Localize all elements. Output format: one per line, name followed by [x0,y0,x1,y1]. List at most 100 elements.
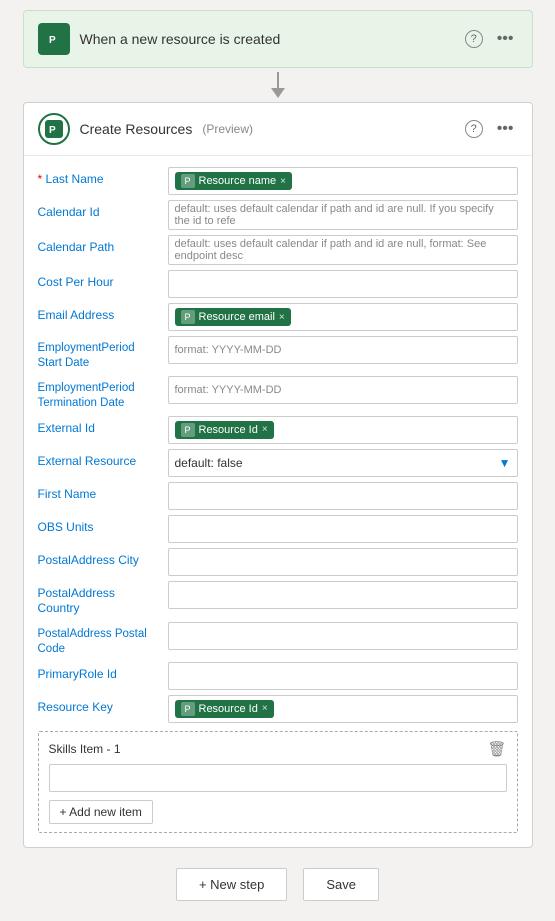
input-cost-per-hour[interactable] [168,270,518,298]
svg-text:P: P [49,125,56,136]
token-resource-email: P Resource email × [175,308,291,326]
label-external-id: External Id [38,416,168,437]
save-button[interactable]: Save [303,868,379,901]
input-primary-role[interactable] [168,662,518,690]
field-row-obs-units: OBS Units [38,515,518,543]
token-resource-id-ext: P Resource Id × [175,421,274,439]
input-external-id[interactable]: P Resource Id × [168,416,518,444]
field-row-cost-per-hour: Cost Per Hour [38,270,518,298]
input-postal-country[interactable] [168,581,518,609]
new-step-button[interactable]: + New step [176,868,287,901]
field-row-primary-role: PrimaryRole Id [38,662,518,690]
add-new-item-button[interactable]: + Add new item [49,800,153,824]
action-more-button[interactable]: ••• [493,118,518,140]
token-label-resource-id-ext: Resource Id [199,424,258,436]
placeholder-employment-start: format: YYYY-MM-DD [175,344,282,356]
placeholder-employment-end: format: YYYY-MM-DD [175,384,282,396]
svg-text:P: P [49,35,56,46]
trigger-title: When a new resource is created [80,31,281,47]
placeholder-calendar-path: default: uses default calendar if path a… [175,238,511,262]
chip-icon-resource-id-ext: P [181,423,195,437]
token-close-resource-email[interactable]: × [279,312,285,323]
input-last-name[interactable]: P Resource name × [168,167,518,195]
connector-arrow [271,88,285,98]
label-external-resource: External Resource [38,449,168,470]
action-header-left: P Create Resources (Preview) [38,113,254,145]
field-row-postal-city: PostalAddress City [38,548,518,576]
action-icon-circle: P [38,113,70,145]
form-body: Last Name P Resource name × Calendar Id … [24,156,532,847]
connector-line [277,72,279,88]
field-row-email-address: Email Address P Resource email × [38,303,518,331]
trigger-more-button[interactable]: ••• [493,28,518,50]
skills-section: Skills Item - 1 🗑 + Add new item [38,731,518,833]
action-header: P Create Resources (Preview) ? ••• [24,103,532,156]
add-new-item-label: + Add new item [60,805,142,819]
label-first-name: First Name [38,482,168,503]
skills-delete-icon[interactable]: 🗑 [487,740,506,758]
select-value-external-resource: default: false [175,456,243,470]
label-postal-code: PostalAddress Postal Code [38,622,168,657]
token-close-resource-id-key[interactable]: × [262,703,268,714]
token-resource-name: P Resource name × [175,172,293,190]
action-title: Create Resources [80,121,193,137]
skills-item-label: Skills Item - 1 [49,742,121,756]
label-resource-key: Resource Key [38,695,168,716]
input-resource-key[interactable]: P Resource Id × [168,695,518,723]
trigger-left: P When a new resource is created [38,23,281,55]
field-row-last-name: Last Name P Resource name × [38,167,518,195]
project-icon: P [38,23,70,55]
action-header-right: ? ••• [465,118,518,140]
field-row-postal-code: PostalAddress Postal Code [38,622,518,657]
chip-icon-resource-name: P [181,174,195,188]
skills-header: Skills Item - 1 🗑 [49,740,507,758]
action-preview-badge: (Preview) [202,122,253,136]
action-card: P Create Resources (Preview) ? ••• Last … [23,102,533,848]
input-calendar-id[interactable]: default: uses default calendar if path a… [168,200,518,230]
label-email-address: Email Address [38,303,168,324]
label-primary-role: PrimaryRole Id [38,662,168,683]
input-employment-start[interactable]: format: YYYY-MM-DD [168,336,518,364]
bottom-bar: + New step Save [176,868,379,901]
label-employment-start: EmploymentPeriod Start Date [38,336,168,371]
token-close-resource-name[interactable]: × [280,176,286,187]
input-external-resource[interactable]: default: false ▼ [168,449,518,477]
input-calendar-path[interactable]: default: uses default calendar if path a… [168,235,518,265]
input-postal-city[interactable] [168,548,518,576]
trigger-help-icon[interactable]: ? [465,30,483,48]
label-postal-city: PostalAddress City [38,548,168,569]
label-calendar-path: Calendar Path [38,235,168,256]
trigger-right: ? ••• [465,28,518,50]
action-help-icon[interactable]: ? [465,120,483,138]
field-row-postal-country: PostalAddress Country [38,581,518,617]
connector [271,72,285,98]
field-row-calendar-id: Calendar Id default: uses default calend… [38,200,518,230]
token-label-resource-name: Resource name [199,175,277,187]
field-row-employment-end: EmploymentPeriod Termination Date format… [38,376,518,411]
trigger-card: P When a new resource is created ? ••• [23,10,533,68]
label-obs-units: OBS Units [38,515,168,536]
field-row-external-resource: External Resource default: false ▼ [38,449,518,477]
dropdown-arrow-external-resource: ▼ [499,456,511,470]
label-employment-end: EmploymentPeriod Termination Date [38,376,168,411]
input-postal-code[interactable] [168,622,518,650]
field-row-resource-key: Resource Key P Resource Id × [38,695,518,723]
chip-icon-resource-email: P [181,310,195,324]
input-first-name[interactable] [168,482,518,510]
token-resource-id-key: P Resource Id × [175,700,274,718]
field-row-calendar-path: Calendar Path default: uses default cale… [38,235,518,265]
token-close-resource-id-ext[interactable]: × [262,424,268,435]
chip-icon-resource-id-key: P [181,702,195,716]
skills-input[interactable] [49,764,507,792]
label-cost-per-hour: Cost Per Hour [38,270,168,291]
token-label-resource-id-key: Resource Id [199,703,258,715]
input-obs-units[interactable] [168,515,518,543]
placeholder-calendar-id: default: uses default calendar if path a… [175,203,511,227]
field-row-employment-start: EmploymentPeriod Start Date format: YYYY… [38,336,518,371]
token-label-resource-email: Resource email [199,311,275,323]
label-last-name: Last Name [38,167,168,188]
input-employment-end[interactable]: format: YYYY-MM-DD [168,376,518,404]
label-postal-country: PostalAddress Country [38,581,168,617]
input-email-address[interactable]: P Resource email × [168,303,518,331]
label-calendar-id: Calendar Id [38,200,168,221]
